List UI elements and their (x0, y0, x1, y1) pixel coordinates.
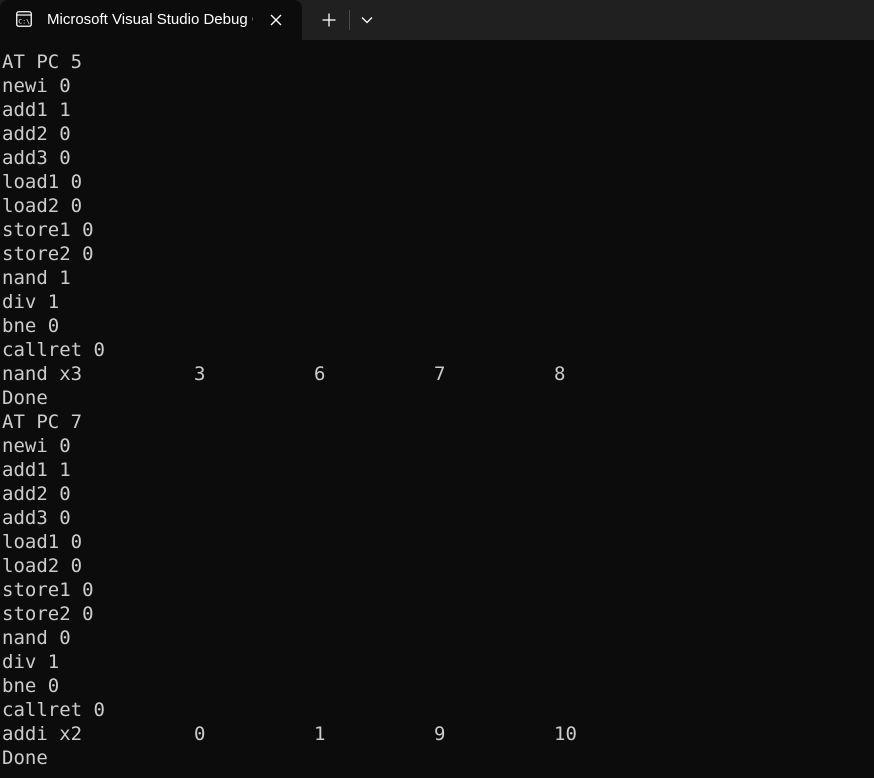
console-line: add1 1 (0, 98, 874, 122)
console-line-text: add3 0 (2, 507, 71, 529)
console-line-text: addi x2 (2, 723, 83, 745)
console-line: nand x3 3 6 7 8 (0, 362, 874, 386)
console-line: add3 0 (0, 146, 874, 170)
console-line-text: add1 1 (2, 99, 71, 121)
console-line-text: div 1 (2, 291, 60, 313)
console-line: load1 0 (0, 170, 874, 194)
console-line-value: 6 (314, 363, 326, 385)
console-line-text: add1 1 (2, 459, 71, 481)
console-line-value: 9 (434, 723, 446, 745)
console-line-text: AT PC 7 (2, 411, 83, 433)
console-line: bne 0 (0, 314, 874, 338)
console-line: AT PC 7 (0, 410, 874, 434)
console-line: nand 0 (0, 626, 874, 650)
tab-dropdown-button[interactable] (353, 6, 381, 34)
tab-debug-console[interactable]: C:\ Microsoft Visual Studio Debug Consol… (0, 0, 302, 40)
console-line-text: bne 0 (2, 315, 60, 337)
console-line-text: load1 0 (2, 531, 83, 553)
console-line-text: newi 0 (2, 75, 71, 97)
new-tab-button[interactable] (314, 6, 344, 34)
terminal-window: C:\ Microsoft Visual Studio Debug Consol… (0, 0, 874, 778)
console-line-text: load1 0 (2, 171, 83, 193)
console-line: store2 0 (0, 602, 874, 626)
console-line: Done (0, 746, 874, 770)
close-icon (270, 14, 282, 26)
console-line-value: 10 (554, 723, 577, 745)
close-tab-button[interactable] (264, 8, 288, 32)
title-bar: C:\ Microsoft Visual Studio Debug Consol… (0, 0, 874, 40)
console-line: add2 0 (0, 122, 874, 146)
svg-text:C:\: C:\ (18, 18, 30, 26)
console-line: add1 1 (0, 458, 874, 482)
console-line: callret 0 (0, 338, 874, 362)
console-line: newi 0 (0, 74, 874, 98)
console-line: store1 0 (0, 218, 874, 242)
console-output[interactable]: AT PC 5 newi 0 add1 1 add2 0 add3 0 load1 0 lo… (0, 50, 874, 778)
console-line-text: load2 0 (2, 555, 83, 577)
tab-title: Microsoft Visual Studio Debug Console (47, 11, 253, 28)
console-line-text: add2 0 (2, 123, 71, 145)
console-line-text: Done (2, 747, 48, 769)
console-line-text: callret 0 (2, 699, 105, 721)
console-line-text: store2 0 (2, 243, 94, 265)
console-line-text: store2 0 (2, 603, 94, 625)
console-line-value: 1 (314, 723, 326, 745)
console-line-text: AT PC 5 (2, 51, 83, 73)
console-line: store1 0 (0, 578, 874, 602)
console-line-text: store1 0 (2, 219, 94, 241)
console-line-value: 7 (434, 363, 446, 385)
console-line-text: callret 0 (2, 339, 105, 361)
console-line: load1 0 (0, 530, 874, 554)
console-line: div 1 (0, 290, 874, 314)
console-line-text: add3 0 (2, 147, 71, 169)
console-line: nand 1 (0, 266, 874, 290)
console-line-text: nand 1 (2, 267, 71, 289)
console-line-text: store1 0 (2, 579, 94, 601)
console-line: AT PC 5 (0, 50, 874, 74)
console-line-text: nand 0 (2, 627, 71, 649)
console-line-value: 3 (194, 363, 206, 385)
console-line: Done (0, 386, 874, 410)
plus-icon (322, 13, 336, 27)
console-line-text: nand x3 (2, 363, 83, 385)
console-line: store2 0 (0, 242, 874, 266)
console-line: callret 0 (0, 698, 874, 722)
console-line-text: load2 0 (2, 195, 83, 217)
console-line: newi 0 (0, 434, 874, 458)
console-icon: C:\ (16, 11, 32, 27)
console-line-text: div 1 (2, 651, 60, 673)
console-line: div 1 (0, 650, 874, 674)
console-line-text: add2 0 (2, 483, 71, 505)
console-line-text: bne 0 (2, 675, 60, 697)
titlebar-divider (349, 10, 350, 30)
chevron-down-icon (361, 17, 373, 24)
console-line: bne 0 (0, 674, 874, 698)
console-line: add3 0 (0, 506, 874, 530)
console-line-value: 0 (194, 723, 206, 745)
console-line: load2 0 (0, 194, 874, 218)
console-line: load2 0 (0, 554, 874, 578)
console-line-text: newi 0 (2, 435, 71, 457)
console-line: addi x2 0 1 9 10 (0, 722, 874, 746)
console-line-value: 8 (554, 363, 566, 385)
console-line: add2 0 (0, 482, 874, 506)
console-line-text: Done (2, 387, 48, 409)
